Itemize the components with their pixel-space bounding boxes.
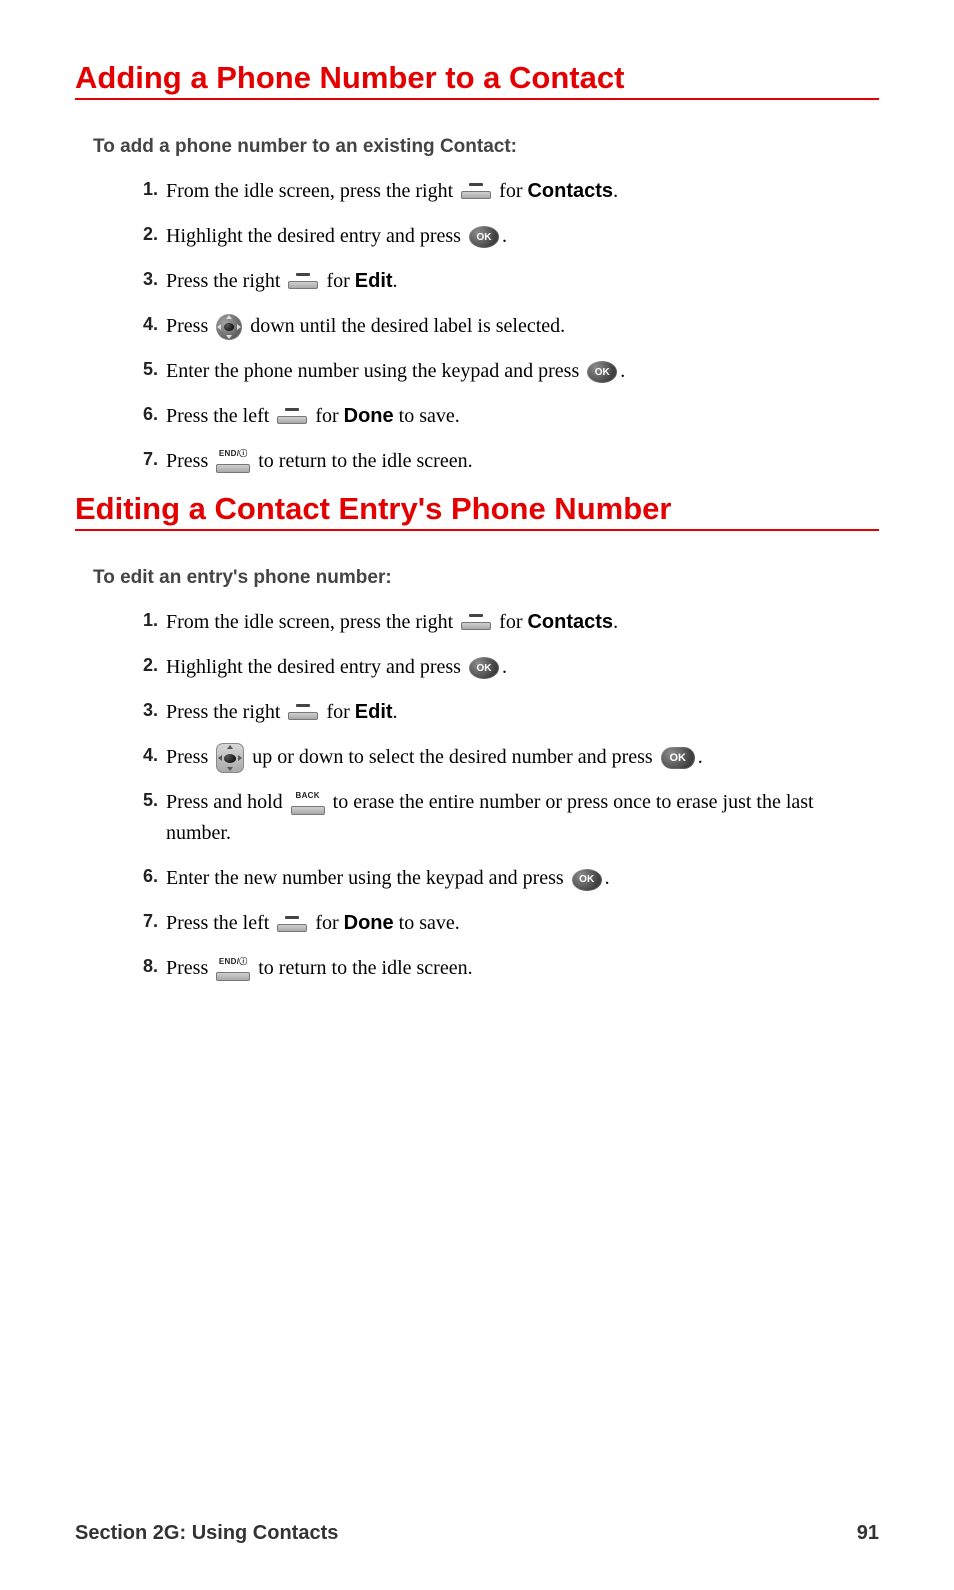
footer-section-label: Section 2G: Using Contacts <box>75 1522 338 1545</box>
step-text: Press the right <box>166 701 285 723</box>
softkey-left-icon <box>277 916 307 934</box>
step-text: . <box>698 746 703 768</box>
step-item: Enter the new number using the keypad an… <box>120 863 879 894</box>
step-item: Press the right for Edit. <box>120 697 879 728</box>
step-item: Highlight the desired entry and press OK… <box>120 221 879 252</box>
step-text: to return to the idle screen. <box>258 957 472 979</box>
step-text: Press and hold <box>166 791 288 813</box>
step-text: for <box>499 180 527 202</box>
back-key-icon: BACK <box>291 793 325 815</box>
ok-button-icon: OK <box>572 869 602 891</box>
ok-button-icon: OK <box>661 747 695 769</box>
lead-add-contact: To add a phone number to an existing Con… <box>93 136 879 158</box>
step-item: Press END/ⓘ to return to the idle screen… <box>120 446 879 477</box>
bold-edit: Edit <box>355 701 393 723</box>
softkey-right-icon <box>461 614 491 632</box>
ok-button-icon: OK <box>469 226 499 248</box>
step-text: Press the left <box>166 912 274 934</box>
navpad-icon <box>216 743 244 773</box>
bold-done: Done <box>344 912 394 934</box>
bold-contacts: Contacts <box>527 611 613 633</box>
heading-add-phone-number: Adding a Phone Number to a Contact <box>75 60 879 100</box>
step-text: Highlight the desired entry and press <box>166 656 466 678</box>
heading-edit-phone-number: Editing a Contact Entry's Phone Number <box>75 491 879 531</box>
ok-button-icon: OK <box>469 657 499 679</box>
navpad-icon <box>216 314 242 340</box>
step-text: up or down to select the desired number … <box>252 746 657 768</box>
step-text: for <box>315 405 343 427</box>
step-text: Press the left <box>166 405 274 427</box>
bold-done: Done <box>344 405 394 427</box>
step-text: for <box>326 270 354 292</box>
step-item: Enter the phone number using the keypad … <box>120 356 879 387</box>
step-text: . <box>502 656 507 678</box>
step-text: to save. <box>394 912 460 934</box>
step-text: Press <box>166 746 213 768</box>
bold-edit: Edit <box>355 270 393 292</box>
steps-edit-contact: From the idle screen, press the right fo… <box>120 607 879 984</box>
step-text: . <box>393 701 398 723</box>
step-text: Press <box>166 450 213 472</box>
page-footer: Section 2G: Using Contacts 91 <box>75 1522 879 1545</box>
step-text: for <box>326 701 354 723</box>
step-item: Press down until the desired label is se… <box>120 311 879 342</box>
step-item: Press and hold BACK to erase the entire … <box>120 787 879 849</box>
step-text: Press the right <box>166 270 285 292</box>
step-text: Press <box>166 315 213 337</box>
step-item: Press END/ⓘ to return to the idle screen… <box>120 953 879 984</box>
step-text: . <box>620 360 625 382</box>
end-key-icon: END/ⓘ <box>216 959 250 981</box>
softkey-right-icon <box>288 704 318 722</box>
step-item: Press the left for Done to save. <box>120 401 879 432</box>
step-text: . <box>393 270 398 292</box>
step-text: . <box>502 225 507 247</box>
step-item: Press the right for Edit. <box>120 266 879 297</box>
step-item: From the idle screen, press the right fo… <box>120 176 879 207</box>
step-text: to save. <box>394 405 460 427</box>
softkey-right-icon <box>461 183 491 201</box>
step-text: From the idle screen, press the right <box>166 180 458 202</box>
step-text: for <box>315 912 343 934</box>
step-text: to return to the idle screen. <box>258 450 472 472</box>
step-item: From the idle screen, press the right fo… <box>120 607 879 638</box>
step-item: Highlight the desired entry and press OK… <box>120 652 879 683</box>
bold-contacts: Contacts <box>527 180 613 202</box>
step-text: Highlight the desired entry and press <box>166 225 466 247</box>
step-text: . <box>605 867 610 889</box>
step-text: for <box>499 611 527 633</box>
step-text: From the idle screen, press the right <box>166 611 458 633</box>
lead-edit-contact: To edit an entry's phone number: <box>93 567 879 589</box>
step-text: . <box>613 611 618 633</box>
step-item: Press up or down to select the desired n… <box>120 742 879 773</box>
step-text: Press <box>166 957 213 979</box>
step-text: . <box>613 180 618 202</box>
step-text: Enter the phone number using the keypad … <box>166 360 584 382</box>
softkey-right-icon <box>288 273 318 291</box>
end-key-icon: END/ⓘ <box>216 451 250 473</box>
step-text: Enter the new number using the keypad an… <box>166 867 569 889</box>
step-text: down until the desired label is selected… <box>250 315 565 337</box>
manual-page: Adding a Phone Number to a Contact To ad… <box>0 0 954 1590</box>
ok-button-icon: OK <box>587 361 617 383</box>
softkey-left-icon <box>277 408 307 426</box>
step-item: Press the left for Done to save. <box>120 908 879 939</box>
steps-add-contact: From the idle screen, press the right fo… <box>120 176 879 477</box>
footer-page-number: 91 <box>857 1522 879 1545</box>
